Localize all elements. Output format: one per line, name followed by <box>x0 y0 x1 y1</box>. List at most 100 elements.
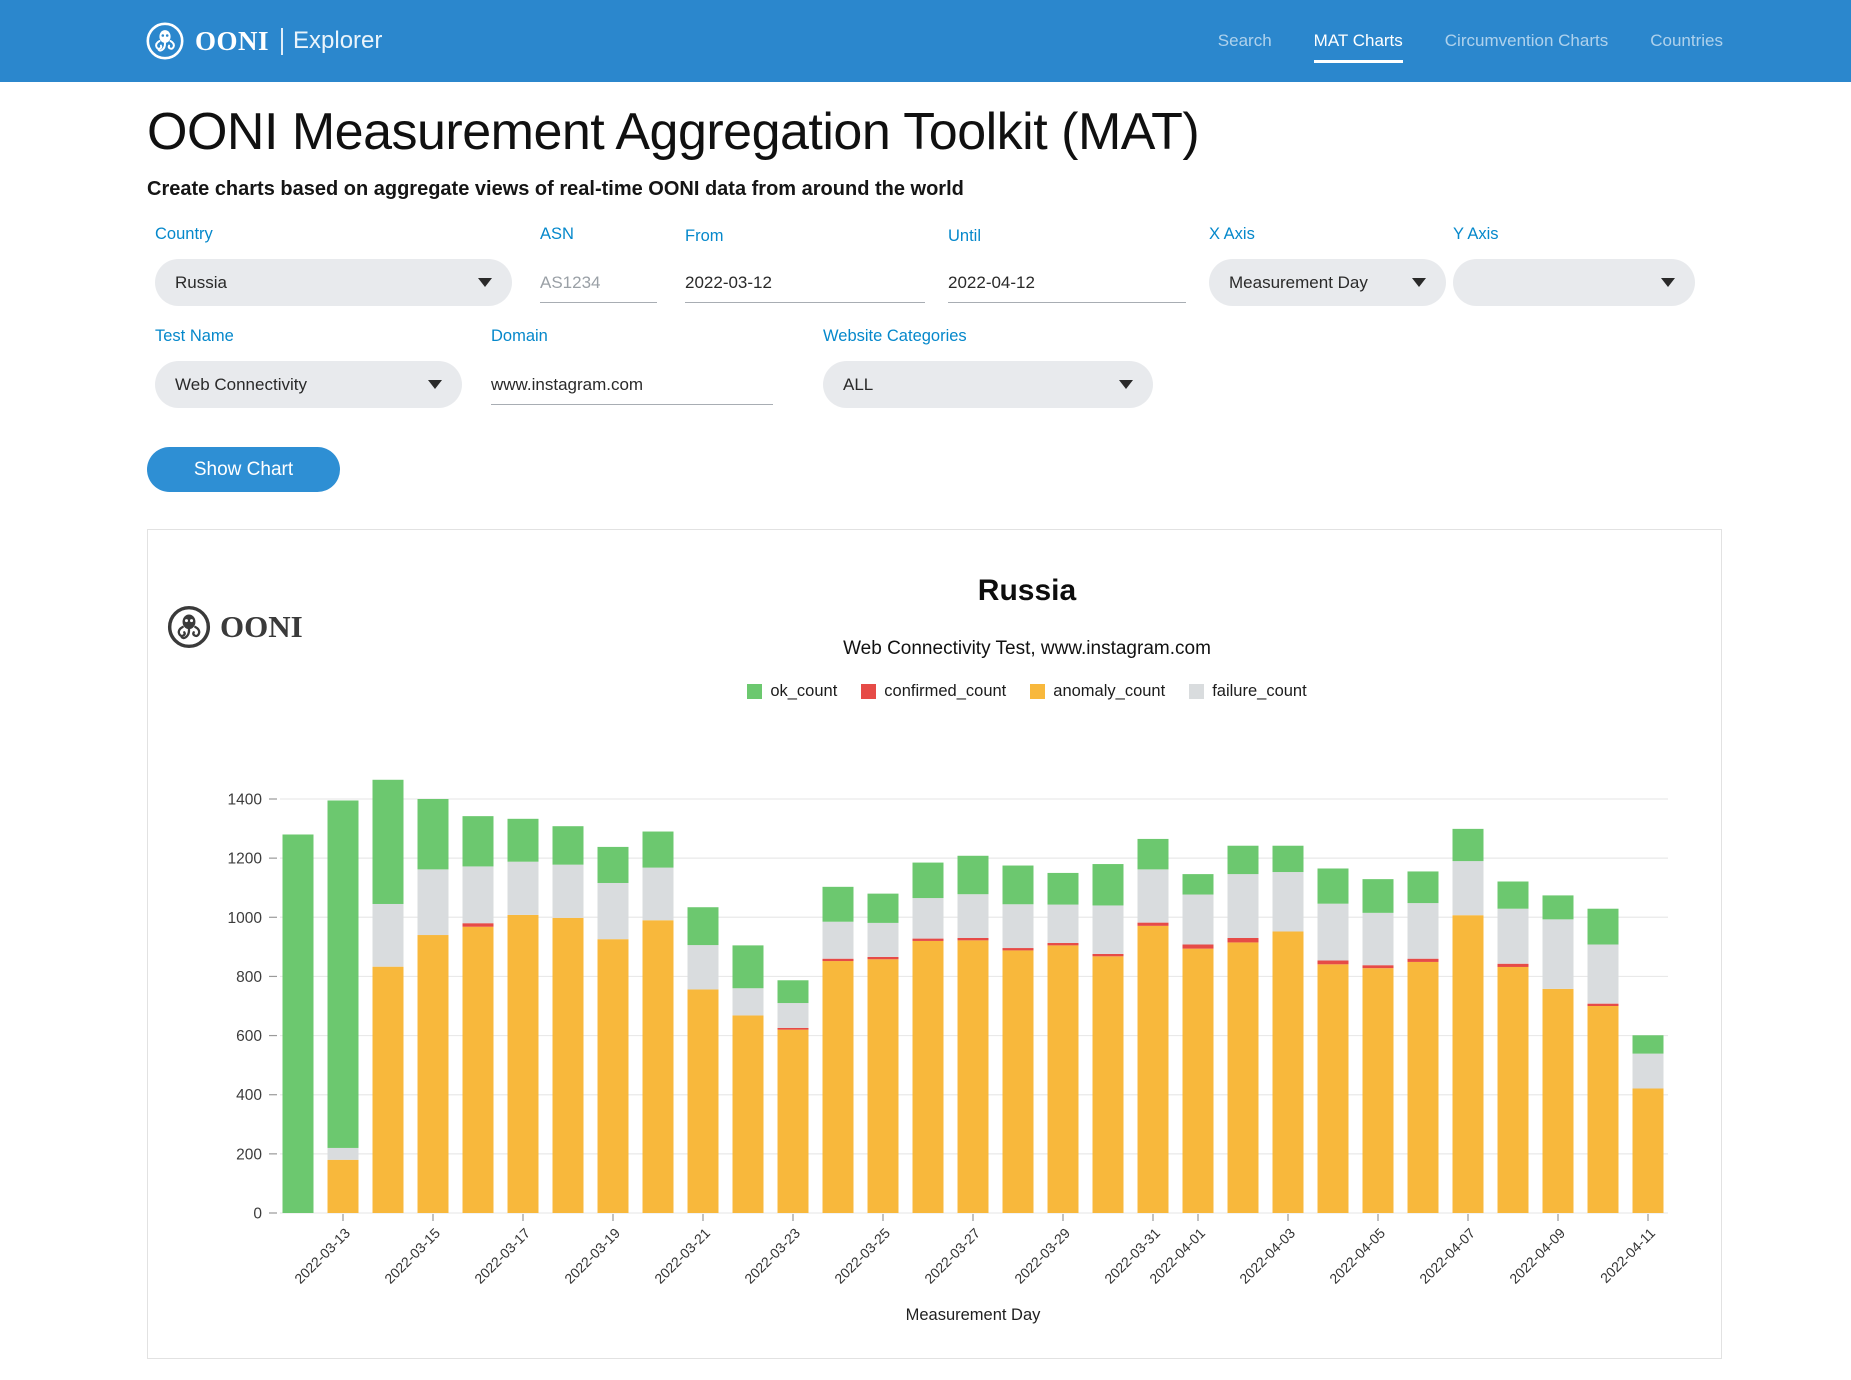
bar-segment-ok_count[interactable] <box>1003 866 1034 905</box>
bar-segment-anomaly_count[interactable] <box>868 959 899 1213</box>
bar-segment-ok_count[interactable] <box>1408 871 1439 903</box>
bar-segment-failure_count[interactable] <box>1183 895 1214 945</box>
bar-segment-failure_count[interactable] <box>373 904 404 967</box>
bar-segment-failure_count[interactable] <box>1633 1054 1664 1089</box>
nav-item-search[interactable]: Search <box>1218 0 1272 82</box>
stacked-bar-chart[interactable]: 02004006008001000120014002022-03-132022-… <box>148 760 1721 1359</box>
bar-2022-03-28[interactable] <box>1003 866 1034 1213</box>
bar-segment-confirmed_count[interactable] <box>1408 959 1439 962</box>
bar-segment-failure_count[interactable] <box>1453 861 1484 915</box>
bar-2022-03-20[interactable] <box>643 832 674 1213</box>
bar-segment-anomaly_count[interactable] <box>913 941 944 1213</box>
bar-segment-anomaly_count[interactable] <box>373 967 404 1213</box>
bar-2022-03-13[interactable] <box>328 800 359 1213</box>
bar-segment-ok_count[interactable] <box>1048 873 1079 905</box>
bar-2022-03-25[interactable] <box>868 894 899 1213</box>
bar-segment-failure_count[interactable] <box>1498 909 1529 964</box>
bar-segment-anomaly_count[interactable] <box>1453 915 1484 1213</box>
bar-segment-confirmed_count[interactable] <box>1048 943 1079 945</box>
bar-segment-anomaly_count[interactable] <box>508 915 539 1213</box>
bar-segment-confirmed_count[interactable] <box>868 957 899 959</box>
bar-2022-03-17[interactable] <box>508 819 539 1213</box>
bar-segment-ok_count[interactable] <box>733 945 764 988</box>
bar-segment-failure_count[interactable] <box>1363 913 1394 965</box>
country-select[interactable]: Russia <box>155 259 512 306</box>
bar-2022-04-01[interactable] <box>1183 874 1214 1213</box>
bar-segment-anomaly_count[interactable] <box>1273 931 1304 1213</box>
bar-segment-anomaly_count[interactable] <box>328 1160 359 1213</box>
bar-segment-ok_count[interactable] <box>1588 909 1619 945</box>
bar-segment-failure_count[interactable] <box>913 898 944 939</box>
bar-segment-anomaly_count[interactable] <box>1318 964 1349 1213</box>
y-axis-select[interactable] <box>1453 259 1695 306</box>
bar-segment-confirmed_count[interactable] <box>1498 964 1529 967</box>
bar-segment-ok_count[interactable] <box>1183 874 1214 894</box>
bar-segment-failure_count[interactable] <box>688 945 719 989</box>
bar-2022-03-16[interactable] <box>463 816 494 1213</box>
bar-2022-03-19[interactable] <box>598 847 629 1213</box>
bar-segment-ok_count[interactable] <box>688 907 719 945</box>
domain-input[interactable] <box>491 365 773 405</box>
bar-segment-failure_count[interactable] <box>418 869 449 935</box>
bar-segment-anomaly_count[interactable] <box>1228 942 1259 1213</box>
bar-2022-03-22[interactable] <box>733 945 764 1213</box>
test-name-select[interactable]: Web Connectivity <box>155 361 462 408</box>
bar-2022-03-31[interactable] <box>1138 839 1169 1213</box>
bar-segment-ok_count[interactable] <box>1093 864 1124 905</box>
bar-segment-ok_count[interactable] <box>508 819 539 862</box>
bar-segment-anomaly_count[interactable] <box>1633 1089 1664 1213</box>
bar-segment-anomaly_count[interactable] <box>823 961 854 1213</box>
bar-segment-anomaly_count[interactable] <box>958 940 989 1213</box>
bar-segment-ok_count[interactable] <box>1318 868 1349 903</box>
nav-item-mat-charts[interactable]: MAT Charts <box>1314 0 1403 82</box>
bar-segment-confirmed_count[interactable] <box>778 1028 809 1030</box>
bar-segment-failure_count[interactable] <box>1408 903 1439 959</box>
bar-segment-ok_count[interactable] <box>1543 895 1574 919</box>
bar-2022-03-18[interactable] <box>553 826 584 1213</box>
bar-segment-ok_count[interactable] <box>1453 829 1484 861</box>
x-axis-select[interactable]: Measurement Day <box>1209 259 1446 306</box>
bar-2022-03-26[interactable] <box>913 863 944 1213</box>
bar-segment-ok_count[interactable] <box>643 832 674 868</box>
bar-2022-03-29[interactable] <box>1048 873 1079 1213</box>
bar-segment-ok_count[interactable] <box>328 800 359 1147</box>
bar-segment-failure_count[interactable] <box>1138 869 1169 922</box>
nav-item-circumvention-charts[interactable]: Circumvention Charts <box>1445 0 1608 82</box>
bar-segment-confirmed_count[interactable] <box>1363 965 1394 968</box>
bar-segment-anomaly_count[interactable] <box>733 1015 764 1213</box>
bar-segment-ok_count[interactable] <box>958 856 989 894</box>
bar-segment-failure_count[interactable] <box>1048 905 1079 943</box>
bar-segment-anomaly_count[interactable] <box>688 989 719 1213</box>
bar-2022-03-15[interactable] <box>418 799 449 1213</box>
bar-2022-04-03[interactable] <box>1273 846 1304 1213</box>
bar-segment-confirmed_count[interactable] <box>1228 938 1259 942</box>
bar-segment-failure_count[interactable] <box>1093 905 1124 953</box>
bar-segment-confirmed_count[interactable] <box>463 923 494 927</box>
bar-segment-confirmed_count[interactable] <box>1093 954 1124 956</box>
bar-segment-confirmed_count[interactable] <box>1318 960 1349 964</box>
bar-segment-ok_count[interactable] <box>1228 846 1259 874</box>
bar-segment-anomaly_count[interactable] <box>463 927 494 1213</box>
bar-segment-ok_count[interactable] <box>1138 839 1169 869</box>
bar-segment-confirmed_count[interactable] <box>823 959 854 961</box>
bar-segment-failure_count[interactable] <box>1228 874 1259 938</box>
bar-2022-04-04[interactable] <box>1318 868 1349 1213</box>
bar-2022-04-08[interactable] <box>1498 882 1529 1213</box>
bar-segment-ok_count[interactable] <box>1363 879 1394 913</box>
bar-segment-ok_count[interactable] <box>823 887 854 922</box>
bar-segment-anomaly_count[interactable] <box>553 918 584 1213</box>
bar-segment-failure_count[interactable] <box>778 1003 809 1028</box>
bar-2022-03-24[interactable] <box>823 887 854 1213</box>
website-categories-select[interactable]: ALL <box>823 361 1153 408</box>
bar-segment-anomaly_count[interactable] <box>1093 956 1124 1213</box>
bar-2022-03-21[interactable] <box>688 907 719 1213</box>
bar-segment-anomaly_count[interactable] <box>1363 968 1394 1213</box>
bar-segment-failure_count[interactable] <box>958 894 989 938</box>
bar-2022-03-30[interactable] <box>1093 864 1124 1213</box>
bar-segment-failure_count[interactable] <box>1588 944 1619 1003</box>
bar-segment-ok_count[interactable] <box>1633 1035 1664 1053</box>
bar-segment-anomaly_count[interactable] <box>1048 945 1079 1213</box>
bar-2022-04-10[interactable] <box>1588 909 1619 1213</box>
bar-segment-failure_count[interactable] <box>1543 919 1574 988</box>
bar-segment-ok_count[interactable] <box>283 834 314 1213</box>
